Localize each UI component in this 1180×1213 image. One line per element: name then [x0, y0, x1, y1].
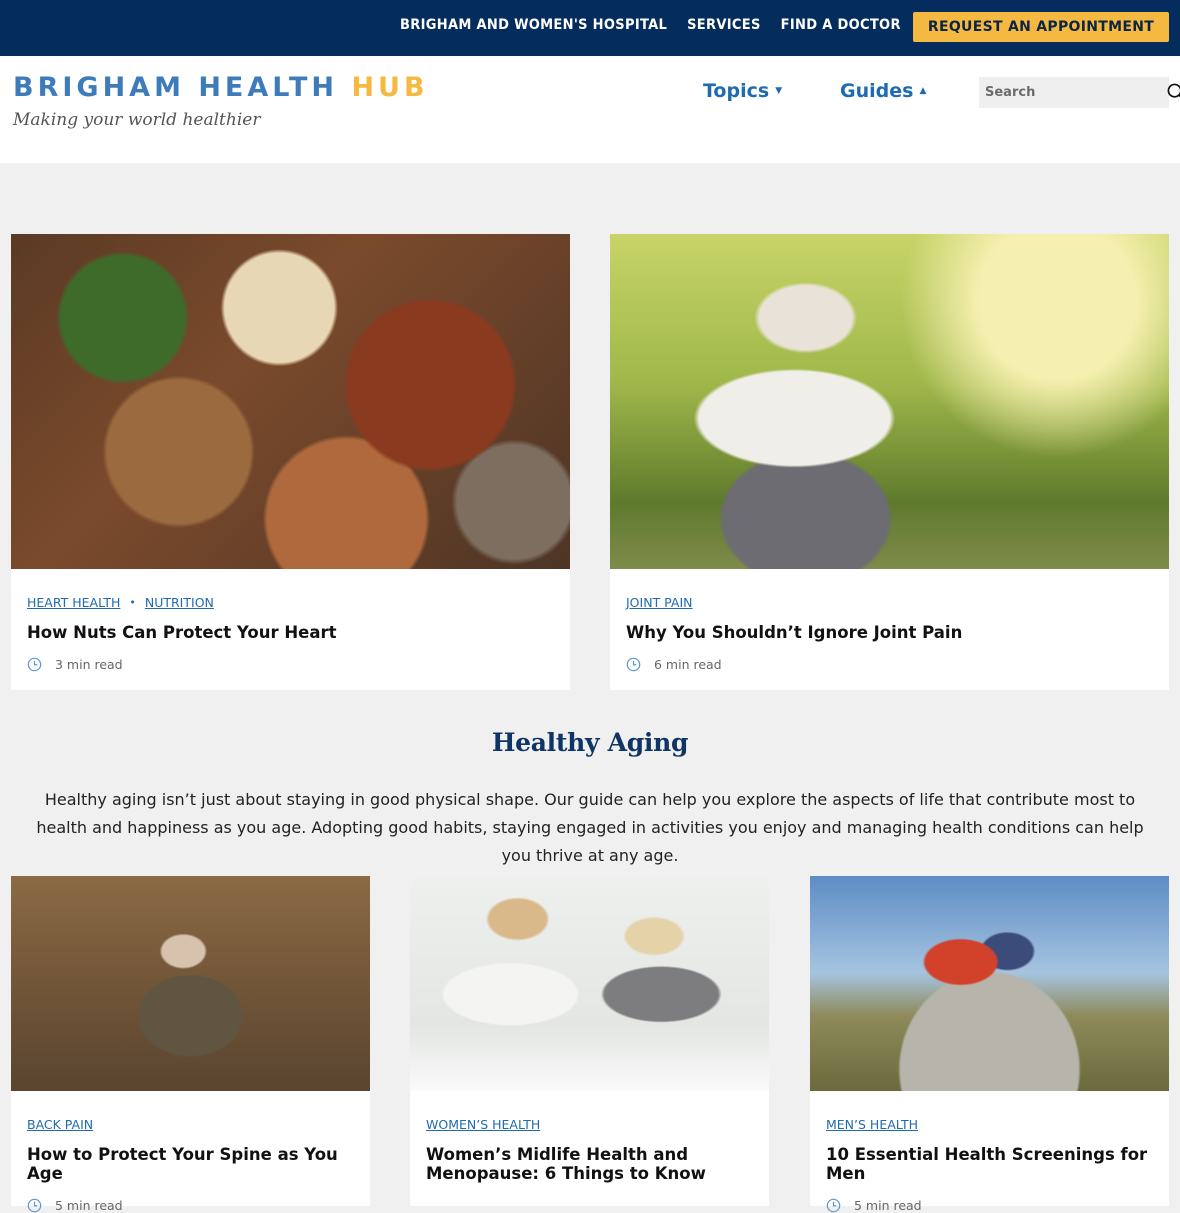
logo-main-text: BRIGHAM HEALTH [13, 72, 352, 103]
link-brigham-hospital[interactable]: BRIGHAM AND WOMEN'S HOSPITAL [400, 17, 667, 33]
article-meta: 5 min read [27, 1198, 354, 1213]
article-tags: WOMEN’S HEALTH [426, 1117, 753, 1132]
search-button[interactable] [1167, 77, 1180, 108]
article-title[interactable]: Women’s Midlife Health and Menopause: 6 … [426, 1145, 753, 1184]
tag-link[interactable]: MEN’S HEALTH [826, 1117, 918, 1132]
tag-link[interactable]: JOINT PAIN [626, 595, 693, 610]
search-box [979, 77, 1180, 108]
article-meta: 6 min read [626, 657, 1153, 672]
caret-down-icon: ▼ [775, 86, 783, 96]
tag-link[interactable]: BACK PAIN [27, 1117, 93, 1132]
section-title: Healthy Aging [491, 728, 689, 757]
article-card[interactable]: WOMEN’S HEALTH Women’s Midlife Health an… [410, 876, 769, 1206]
tag-link[interactable]: HEART HEALTH [27, 595, 120, 610]
link-services[interactable]: SERVICES [687, 17, 761, 33]
read-time: 5 min read [854, 1197, 922, 1213]
tag-link[interactable]: WOMEN’S HEALTH [426, 1117, 540, 1132]
search-icon [1167, 83, 1180, 98]
article-title[interactable]: 10 Essential Health Screenings for Men [826, 1145, 1153, 1184]
request-appointment-button[interactable]: REQUEST AN APPOINTMENT [913, 12, 1169, 42]
article-card[interactable]: HEART HEALTH • NUTRITION How Nuts Can Pr… [11, 234, 570, 690]
clock-icon [826, 1198, 841, 1213]
article-tags: JOINT PAIN [626, 595, 1153, 610]
article-meta: 5 min read [826, 1198, 1153, 1213]
article-image-womens-health[interactable] [410, 876, 769, 1091]
article-image-back-pain[interactable] [11, 876, 370, 1091]
section-description: Healthy aging isn’t just about staying i… [36, 790, 1144, 865]
article-title[interactable]: How to Protect Your Spine as You Age [27, 1145, 354, 1184]
article-tags: MEN’S HEALTH [826, 1117, 1153, 1132]
clock-icon [626, 657, 641, 672]
tag-separator: • [129, 596, 136, 609]
nav-guides-label: Guides [840, 80, 914, 102]
read-time: 6 min read [654, 656, 722, 672]
utility-links: BRIGHAM AND WOMEN'S HOSPITAL SERVICES FI… [400, 17, 901, 33]
article-title[interactable]: Why You Shouldn’t Ignore Joint Pain [626, 623, 1153, 643]
site-header: BRIGHAM HEALTH HUB Making your world hea… [0, 56, 1180, 163]
read-time: 5 min read [55, 1197, 123, 1213]
nav-guides[interactable]: Guides ▲ [840, 80, 926, 102]
read-time: 3 min read [55, 656, 123, 672]
article-image-mens-health[interactable] [810, 876, 1169, 1091]
top-utility-bar: BRIGHAM AND WOMEN'S HOSPITAL SERVICES FI… [0, 0, 1180, 56]
clock-icon [27, 657, 42, 672]
article-card[interactable]: JOINT PAIN Why You Shouldn’t Ignore Join… [610, 234, 1169, 690]
article-card[interactable]: BACK PAIN How to Protect Your Spine as Y… [11, 876, 370, 1213]
article-tags: HEART HEALTH • NUTRITION [27, 595, 554, 610]
caret-up-icon: ▲ [919, 86, 927, 96]
link-find-a-doctor[interactable]: FIND A DOCTOR [781, 17, 901, 33]
tag-link[interactable]: NUTRITION [145, 595, 214, 610]
logo-accent-text: HUB [351, 72, 429, 103]
article-image-joint-pain[interactable] [610, 234, 1169, 569]
article-tags: BACK PAIN [27, 1117, 354, 1132]
search-input[interactable] [979, 77, 1167, 108]
nav-topics-label: Topics [703, 80, 770, 102]
site-logo[interactable]: BRIGHAM HEALTH HUB [13, 72, 429, 103]
article-meta: 3 min read [27, 657, 554, 672]
site-tagline: Making your world healthier [13, 110, 261, 130]
article-image-nuts[interactable] [11, 234, 570, 569]
article-title[interactable]: How Nuts Can Protect Your Heart [27, 623, 554, 643]
article-card[interactable]: MEN’S HEALTH 10 Essential Health Screeni… [810, 876, 1169, 1213]
clock-icon [27, 1198, 42, 1213]
nav-topics[interactable]: Topics ▼ [703, 80, 782, 102]
